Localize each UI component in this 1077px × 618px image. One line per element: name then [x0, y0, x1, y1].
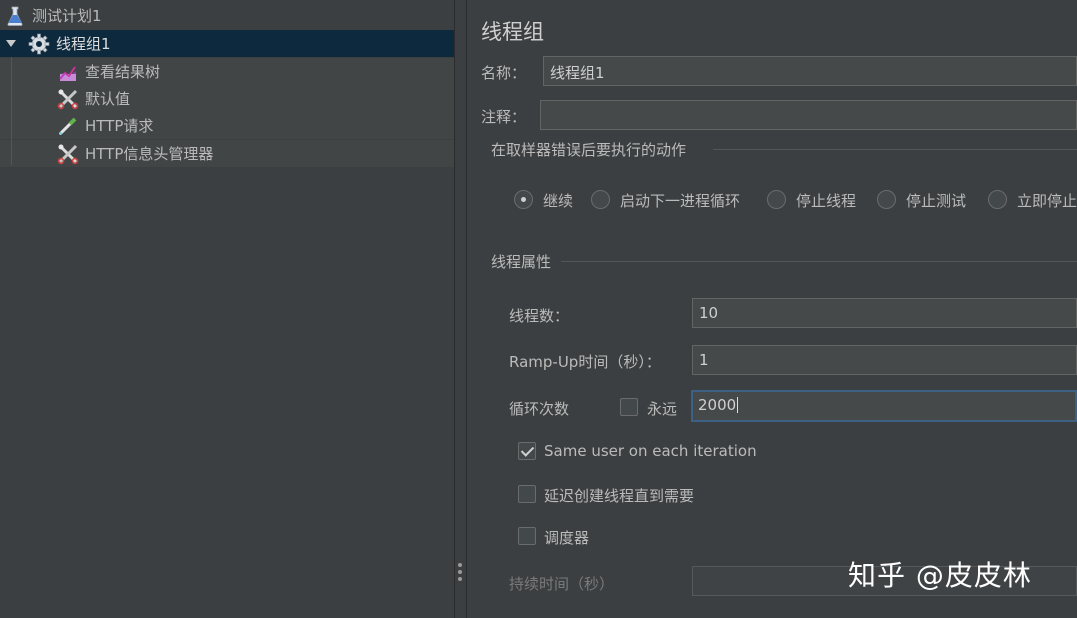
radio-stop-now-label: 立即停止: [1017, 192, 1077, 210]
name-field-value: 线程组1: [550, 64, 605, 82]
grip-dot: [458, 570, 462, 574]
error-action-group-title: 在取样器错误后要执行的动作: [491, 141, 687, 159]
radio-start-next-loop-label: 启动下一进程循环: [620, 192, 741, 210]
gear-icon: [28, 33, 50, 55]
tree-item-label: 默认值: [85, 90, 131, 108]
thread-group-panel: 线程组 名称： 线程组1 注释： 在取样器错误后要执行的动作 继续 启动下一进程…: [467, 0, 1077, 618]
radio-continue-label: 继续: [543, 192, 574, 210]
comment-label: 注释：: [481, 108, 527, 126]
pipette-icon: [57, 115, 79, 137]
radio-stop-thread-label: 停止线程: [796, 192, 857, 210]
group-divider: [713, 149, 1077, 150]
grip-dot: [458, 563, 462, 567]
grip-dot: [458, 577, 462, 581]
radio-start-next-loop[interactable]: [591, 190, 610, 209]
tree-item-thread-group[interactable]: 线程组1: [0, 30, 454, 57]
loop-count-field[interactable]: 2000: [691, 390, 1077, 422]
tree-item-header-manager[interactable]: HTTP信息头管理器: [0, 140, 454, 167]
radio-stop-test[interactable]: [877, 190, 896, 209]
forever-checkbox[interactable]: [620, 398, 638, 416]
wrench-scissors-icon: [57, 88, 79, 110]
radio-stop-thread[interactable]: [767, 190, 786, 209]
duration-label: 持续时间（秒）: [509, 575, 615, 593]
delay-create-label: 延迟创建线程直到需要: [544, 487, 695, 505]
text-caret: [737, 397, 739, 413]
threads-field-value: 10: [699, 304, 719, 322]
test-plan-tree: 测试计划1 线程组1 查看结果树 默认值 HTTP请求 HTTP信息头管理器: [0, 0, 454, 618]
tree-item-test-plan[interactable]: 测试计划1: [0, 2, 454, 29]
same-user-label: Same user on each iteration: [544, 442, 757, 460]
tree-item-label: HTTP请求: [85, 117, 154, 135]
radio-stop-now[interactable]: [988, 190, 1007, 209]
wrench-scissors-icon: [57, 143, 79, 165]
watermark: 知乎 @皮皮林: [848, 559, 1032, 592]
tree-item-http-request[interactable]: HTTP请求: [0, 112, 454, 139]
forever-label: 永远: [647, 400, 678, 418]
tree-item-label: 线程组1: [56, 35, 111, 53]
tree-item-results-tree[interactable]: 查看结果树: [0, 58, 454, 85]
tree-item-defaults[interactable]: 默认值: [0, 85, 454, 112]
threads-label: 线程数：: [509, 307, 570, 325]
radio-stop-test-label: 停止测试: [906, 192, 967, 210]
chevron-down-icon[interactable]: [6, 40, 16, 47]
tree-item-label: 测试计划1: [32, 7, 102, 25]
tree-item-label: HTTP信息头管理器: [85, 145, 214, 163]
thread-props-group-title: 线程属性: [491, 253, 552, 271]
scheduler-checkbox[interactable]: [518, 527, 536, 545]
group-divider: [561, 261, 1077, 262]
page-title: 线程组: [481, 20, 544, 44]
flask-icon: [4, 5, 26, 27]
loop-count-label: 循环次数: [509, 400, 570, 418]
radio-continue[interactable]: [514, 190, 533, 209]
tree-item-label: 查看结果树: [85, 63, 161, 81]
same-user-checkbox[interactable]: [518, 442, 536, 460]
chart-icon: [57, 61, 79, 83]
scheduler-label: 调度器: [544, 529, 590, 547]
loop-count-field-value: 2000: [698, 396, 737, 414]
comment-field[interactable]: [540, 100, 1077, 130]
rampup-field[interactable]: 1: [692, 345, 1077, 375]
threads-field[interactable]: 10: [692, 298, 1077, 328]
panel-splitter[interactable]: [454, 0, 467, 618]
rampup-field-value: 1: [699, 351, 709, 369]
name-label: 名称：: [481, 64, 527, 82]
rampup-label: Ramp-Up时间（秒）：: [509, 353, 661, 371]
delay-create-checkbox[interactable]: [518, 485, 536, 503]
name-field[interactable]: 线程组1: [543, 56, 1077, 86]
